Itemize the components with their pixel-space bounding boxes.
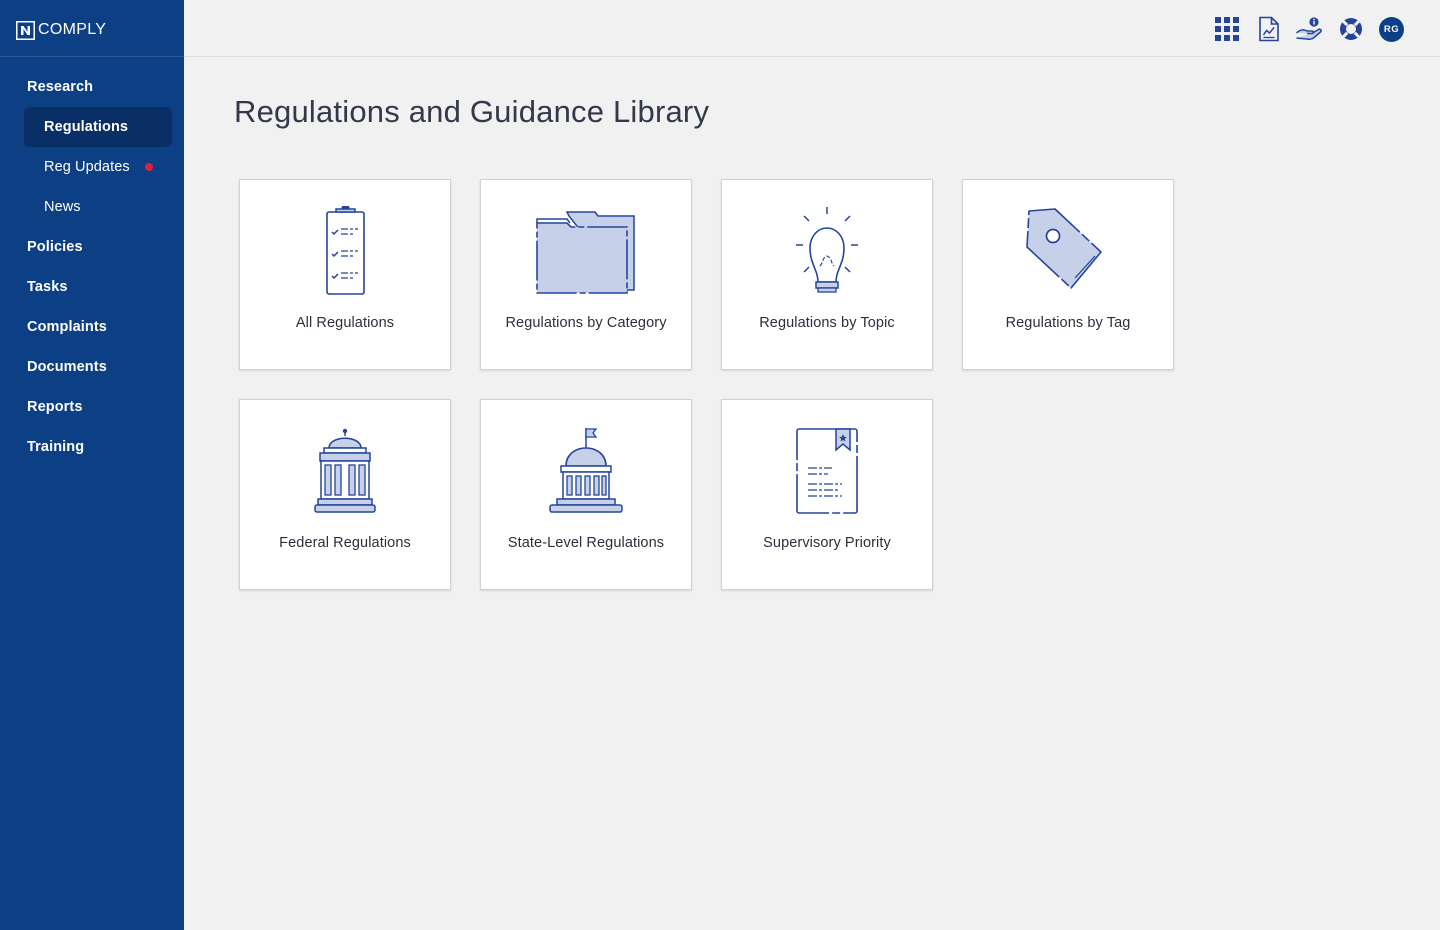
page-title: Regulations and Guidance Library <box>234 94 710 129</box>
card-label: Regulations by Topic <box>759 315 895 331</box>
sidebar-item-reg-updates[interactable]: Reg Updates <box>24 147 172 187</box>
logo-icon <box>16 20 35 40</box>
capitol-building-icon <box>314 428 376 513</box>
apps-grid-icon[interactable] <box>1214 16 1240 42</box>
sidebar-item-regulations[interactable]: Regulations <box>24 107 172 147</box>
sidebar-divider <box>0 56 184 57</box>
card-regulations-by-topic[interactable]: Regulations by Topic <box>721 179 933 370</box>
card-regulations-by-tag[interactable]: Regulations by Tag <box>962 179 1174 370</box>
sidebar-item-complaints[interactable]: Complaints <box>27 317 107 337</box>
sidebar-item-policies[interactable]: Policies <box>27 237 83 257</box>
tag-icon <box>1026 208 1102 289</box>
lifebuoy-icon[interactable] <box>1338 16 1364 42</box>
sidebar-item-label: Reg Updates <box>44 159 130 175</box>
card-label: Federal Regulations <box>279 535 411 551</box>
sidebar-item-label: Regulations <box>44 119 129 135</box>
card-regulations-by-category[interactable]: Regulations by Category <box>480 179 692 370</box>
card-label: Regulations by Category <box>505 315 667 331</box>
lightbulb-icon <box>796 207 858 293</box>
clipboard-checklist-icon <box>326 206 365 295</box>
state-building-icon <box>549 428 623 513</box>
card-label: State-Level Regulations <box>507 535 665 551</box>
document-chart-icon[interactable] <box>1256 16 1282 42</box>
top-bar <box>184 0 1440 57</box>
card-label: Regulations by Tag <box>1005 315 1131 331</box>
card-label: All Regulations <box>295 315 395 331</box>
sidebar-item-tasks[interactable]: Tasks <box>27 277 68 297</box>
sidebar-item-news[interactable]: News <box>24 187 172 227</box>
bookmark-document-icon <box>796 428 858 514</box>
notification-dot <box>145 163 153 171</box>
sidebar-item-research[interactable]: Research <box>27 77 93 97</box>
hand-info-icon[interactable] <box>1295 16 1325 42</box>
sidebar-item-training[interactable]: Training <box>27 437 84 457</box>
sidebar-item-documents[interactable]: Documents <box>27 357 107 377</box>
folder-icon <box>536 211 635 294</box>
avatar[interactable]: RG <box>1379 17 1404 42</box>
sidebar-item-label: News <box>44 199 81 215</box>
brand-name: COMPLY <box>38 21 107 38</box>
sidebar: COMPLY Research Regulations Reg Updates … <box>0 0 184 930</box>
card-all-regulations[interactable]: All Regulations <box>239 179 451 370</box>
sidebar-item-reports[interactable]: Reports <box>27 397 83 417</box>
logo[interactable]: COMPLY <box>16 20 106 40</box>
card-supervisory-priority[interactable]: Supervisory Priority <box>721 399 933 590</box>
card-label: Supervisory Priority <box>763 535 891 551</box>
card-state-level-regulations[interactable]: State-Level Regulations <box>480 399 692 590</box>
card-federal-regulations[interactable]: Federal Regulations <box>239 399 451 590</box>
